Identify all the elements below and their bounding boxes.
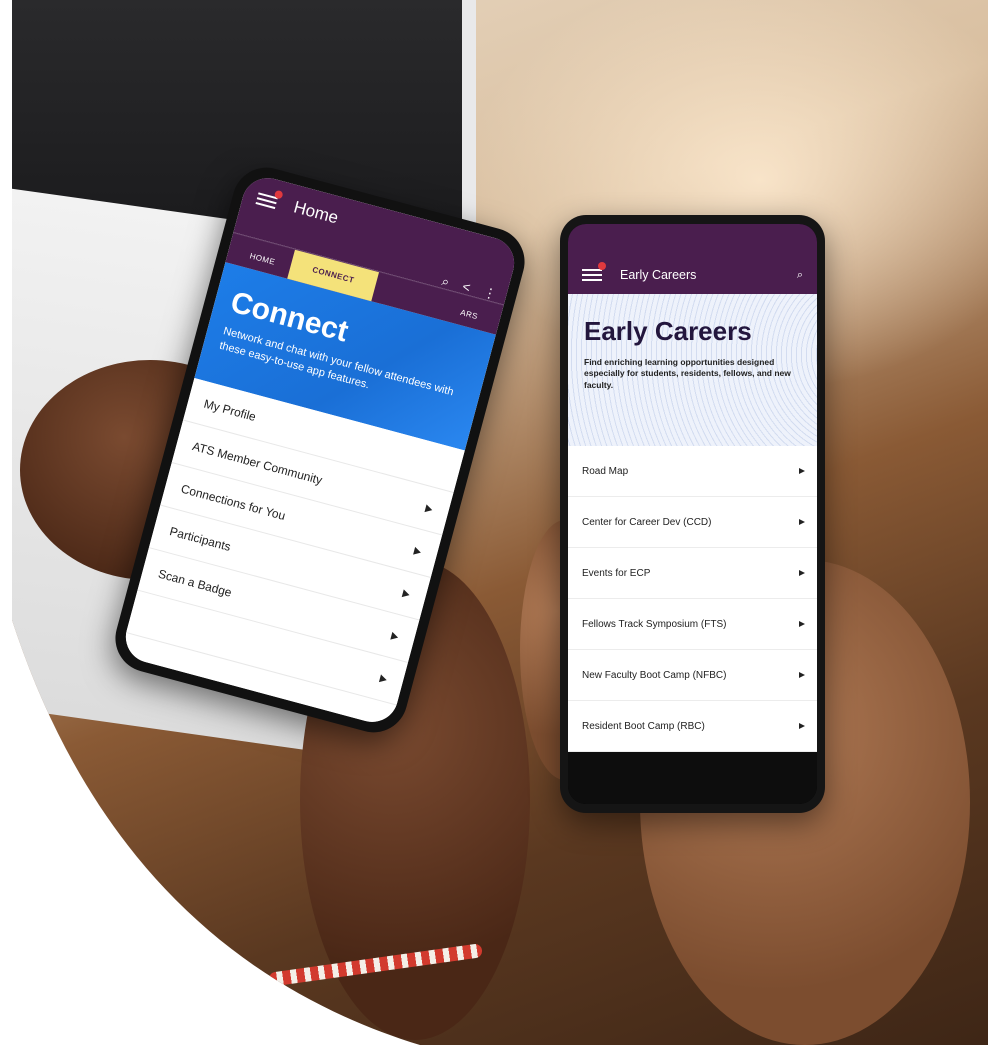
search-icon[interactable]: ⌕ <box>797 269 803 282</box>
chevron-right-icon <box>799 621 805 627</box>
list-item-label: Resident Boot Camp (RBC) <box>582 720 705 732</box>
chevron-right-icon <box>401 588 411 599</box>
list-item-label: Events for ECP <box>582 567 651 579</box>
list-item-label: New Faculty Boot Camp (NFBC) <box>582 669 727 681</box>
list-item-label: Participants <box>168 523 233 554</box>
hamburger-menu-icon[interactable] <box>582 262 606 282</box>
phone-bottom-bezel <box>568 752 817 804</box>
list-item-resident-boot-camp[interactable]: Resident Boot Camp (RBC) <box>568 701 817 752</box>
app-bar: Early Careers ⌕ <box>568 224 817 294</box>
list-item-label: Scan a Badge <box>156 566 234 600</box>
phone-early-careers: Early Careers ⌕ Early Careers Find enric… <box>560 215 825 813</box>
notification-dot-icon <box>598 262 606 270</box>
list-item-label: My Profile <box>202 396 258 424</box>
chevron-right-icon <box>799 570 805 576</box>
hero-subtitle: Find enriching learning opportunities de… <box>584 357 791 390</box>
list-item-events-for-ecp[interactable]: Events for ECP <box>568 548 817 599</box>
list-item-fellows-track-symposium[interactable]: Fellows Track Symposium (FTS) <box>568 599 817 650</box>
chevron-right-icon <box>424 503 434 514</box>
early-careers-hero-banner: Early Careers Find enriching learning op… <box>568 294 817 446</box>
list-item-label: Road Map <box>582 465 629 477</box>
phone-early-careers-screen: Early Careers ⌕ Early Careers Find enric… <box>568 224 817 804</box>
list-item-road-map[interactable]: Road Map <box>568 446 817 497</box>
chevron-right-icon <box>799 672 805 678</box>
chevron-right-icon <box>799 723 805 729</box>
list-item-label: Fellows Track Symposium (FTS) <box>582 618 727 630</box>
hamburger-menu-icon[interactable] <box>255 189 284 210</box>
chevron-right-icon <box>799 468 805 474</box>
chevron-right-icon <box>799 519 805 525</box>
chevron-right-icon <box>413 546 423 556</box>
list-item-center-for-career-dev[interactable]: Center for Career Dev (CCD) <box>568 497 817 548</box>
chevron-right-icon <box>379 673 388 684</box>
hero-title: Early Careers <box>584 316 752 346</box>
list-item-new-faculty-boot-camp[interactable]: New Faculty Boot Camp (NFBC) <box>568 650 817 701</box>
app-bar-title: Early Careers <box>620 268 697 282</box>
app-bar-title: Home <box>291 197 341 228</box>
chevron-right-icon <box>390 631 400 641</box>
list-item-label: Center for Career Dev (CCD) <box>582 516 712 528</box>
early-careers-menu-list: Road Map Center for Career Dev (CCD) Eve… <box>568 446 817 752</box>
share-icon[interactable]: < <box>461 279 472 296</box>
